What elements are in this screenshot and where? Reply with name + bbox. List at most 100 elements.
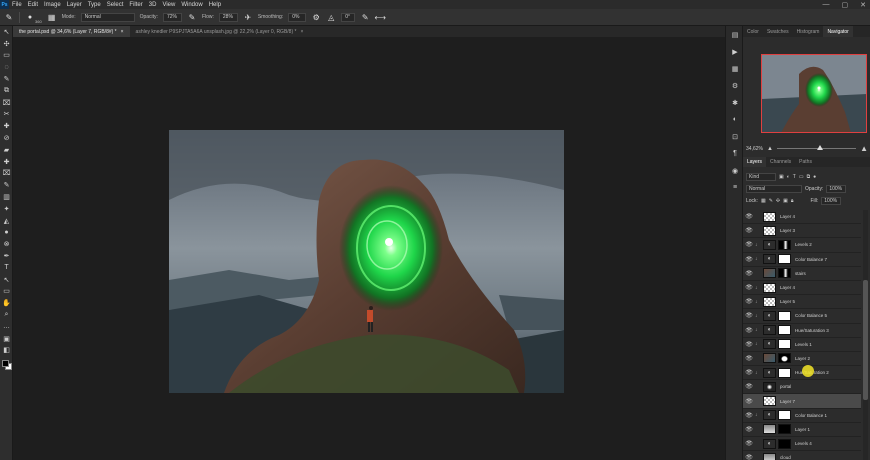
smoothing-field[interactable]: 0% [288, 12, 307, 22]
visibility-eye-icon[interactable]: 👁︎ [743, 355, 755, 362]
brush-preset-icon[interactable]: ● [25, 12, 35, 22]
layers-scrollbar[interactable] [863, 210, 868, 460]
angle-icon[interactable]: ◬ [326, 12, 336, 22]
layer-thumbnail[interactable] [763, 424, 776, 435]
maximize-button[interactable]: ▢ [842, 1, 849, 9]
visibility-eye-icon[interactable]: 👁︎ [743, 241, 755, 248]
layer-mask-thumbnail[interactable] [778, 325, 791, 336]
layer-row[interactable]: 👁︎ ↓ ◐ Levels 1 [743, 338, 861, 352]
panel-toggle-icon[interactable]: ≡ [726, 179, 744, 196]
menu-type[interactable]: Type [85, 2, 104, 8]
brush-settings-icon[interactable]: ▦ [47, 12, 57, 22]
tool-icon[interactable]: ◭ [0, 215, 13, 227]
visibility-eye-icon[interactable]: 👁︎ [743, 383, 755, 390]
layer-row[interactable]: 👁︎ ↓ ◐ Color Balance 5 [743, 309, 861, 324]
zoom-slider[interactable] [776, 145, 857, 150]
layer-name[interactable]: Color Balance 7 [795, 257, 827, 262]
tool-icon[interactable]: ✣ [0, 38, 13, 50]
lock-paint-icon[interactable]: ✎ [769, 198, 773, 204]
layer-thumbnail[interactable] [763, 353, 776, 364]
visibility-eye-icon[interactable]: 👁︎ [743, 227, 755, 234]
layer-name[interactable]: Levels 1 [795, 342, 812, 347]
layer-mask-thumbnail[interactable] [778, 268, 791, 279]
tool-icon[interactable]: ⧉ [0, 85, 13, 97]
layer-row[interactable]: 👁︎ Layer 2 [743, 352, 861, 367]
close-tab-icon[interactable]: × [300, 29, 303, 35]
lock-artboard-icon[interactable]: ▣ [783, 198, 788, 204]
tab-color[interactable]: Color [743, 26, 763, 37]
menu-edit[interactable]: Edit [25, 2, 41, 8]
close-button[interactable]: ✕ [860, 1, 866, 9]
tool-icon[interactable]: ▭ [0, 50, 13, 62]
layer-row[interactable]: 👁︎ Layer 3 [743, 224, 861, 239]
tool-icon[interactable]: ✂ [0, 109, 13, 121]
lock-position-icon[interactable]: ✣ [776, 198, 780, 204]
layer-name[interactable]: portal [780, 384, 791, 389]
tool-icon[interactable]: ⊗ [0, 238, 13, 250]
zoom-value[interactable]: 34,62% [746, 146, 763, 152]
tool-icon[interactable]: ⊘ [0, 132, 13, 144]
tool-icon[interactable]: ↖ [0, 26, 13, 38]
layer-row[interactable]: 👁︎ ↓ ◐ Hue/Saturation 3 [743, 324, 861, 338]
layer-name[interactable]: Layer 3 [780, 228, 795, 233]
tab-channels[interactable]: Channels [766, 157, 795, 167]
adjustment-layer-icon[interactable]: ◐ [763, 325, 776, 336]
menu-image[interactable]: Image [41, 2, 64, 8]
smoothing-settings-icon[interactable]: ⚙ [311, 12, 321, 22]
visibility-eye-icon[interactable]: 👁︎ [743, 213, 755, 220]
tool-icon[interactable]: ↖ [0, 274, 13, 286]
foreground-color-swatch[interactable] [2, 360, 9, 367]
layer-name[interactable]: Layer 2 [795, 356, 810, 361]
tool-icon[interactable]: ▣ [0, 333, 13, 345]
tool-icon[interactable]: T [0, 262, 13, 274]
layer-mask-thumbnail[interactable] [778, 438, 791, 449]
close-tab-icon[interactable]: × [121, 29, 124, 35]
adjustment-layer-icon[interactable]: ◐ [763, 438, 776, 449]
panel-toggle-icon[interactable]: ¶ [726, 145, 744, 162]
layer-row[interactable]: 👁︎ ↓ ◐ Color Balance 7 [743, 253, 861, 267]
layer-name[interactable]: Color Balance 1 [795, 413, 827, 418]
visibility-eye-icon[interactable]: 👁︎ [743, 398, 755, 405]
layer-thumbnail[interactable] [763, 268, 776, 279]
menu-window[interactable]: Window [178, 2, 205, 8]
angle-field[interactable]: 0° [341, 12, 356, 22]
layer-row[interactable]: 👁︎ ↓ Layer 4 [743, 281, 861, 296]
filter-type-icon[interactable]: T [793, 174, 796, 180]
tab-the-portal[interactable]: the portal.psd @ 34,6% (Layer 7, RGB/8#)… [13, 26, 130, 37]
scrollbar-thumb[interactable] [863, 280, 868, 400]
layer-row[interactable]: 👁︎ ◐ Levels 4 [743, 437, 861, 452]
tab-navigator[interactable]: Navigator [823, 26, 853, 37]
opacity-field[interactable]: 72% [162, 12, 182, 22]
fill-field[interactable]: 100% [821, 196, 842, 205]
layer-name[interactable]: cloud [780, 455, 791, 460]
filter-kind-select[interactable]: Kind [746, 172, 776, 181]
visibility-eye-icon[interactable]: 👁︎ [743, 412, 755, 419]
adjustment-layer-icon[interactable]: ◐ [763, 310, 776, 321]
layer-name[interactable]: Hue/Saturation 3 [795, 328, 829, 333]
pressure-size-icon[interactable]: ✎ [360, 12, 370, 22]
tool-icon[interactable]: ⌕ [0, 309, 13, 321]
tab-layers[interactable]: Layers [743, 157, 767, 167]
layer-name[interactable]: Levels 4 [795, 441, 812, 446]
app-logo[interactable]: Ps [0, 0, 9, 9]
visibility-eye-icon[interactable]: 👁︎ [743, 256, 755, 263]
adjustment-layer-icon[interactable]: ◐ [763, 239, 776, 250]
menu-3d[interactable]: 3D [146, 2, 160, 8]
tool-icon[interactable]: ✚ [0, 120, 13, 132]
brush-tool-icon[interactable]: ✎ [4, 12, 14, 22]
zoom-slider-handle[interactable] [817, 145, 824, 150]
menu-file[interactable]: File [9, 2, 25, 8]
zoom-out-icon[interactable]: ▲ [767, 146, 773, 152]
layer-name[interactable]: Layer 5 [780, 299, 795, 304]
filter-pixel-icon[interactable]: ▣ [779, 174, 784, 180]
layer-mask-thumbnail[interactable] [778, 367, 791, 378]
tool-icon[interactable]: ✎ [0, 179, 13, 191]
tool-icon[interactable]: ▭ [0, 286, 13, 298]
document-canvas[interactable] [169, 130, 564, 393]
tool-icon[interactable]: ▰ [0, 144, 13, 156]
menu-select[interactable]: Select [104, 2, 127, 8]
menu-view[interactable]: View [159, 2, 178, 8]
minimize-button[interactable]: — [823, 1, 830, 8]
layer-row[interactable]: 👁︎ Layer 4 [743, 210, 861, 225]
visibility-eye-icon[interactable]: 👁︎ [743, 312, 755, 319]
